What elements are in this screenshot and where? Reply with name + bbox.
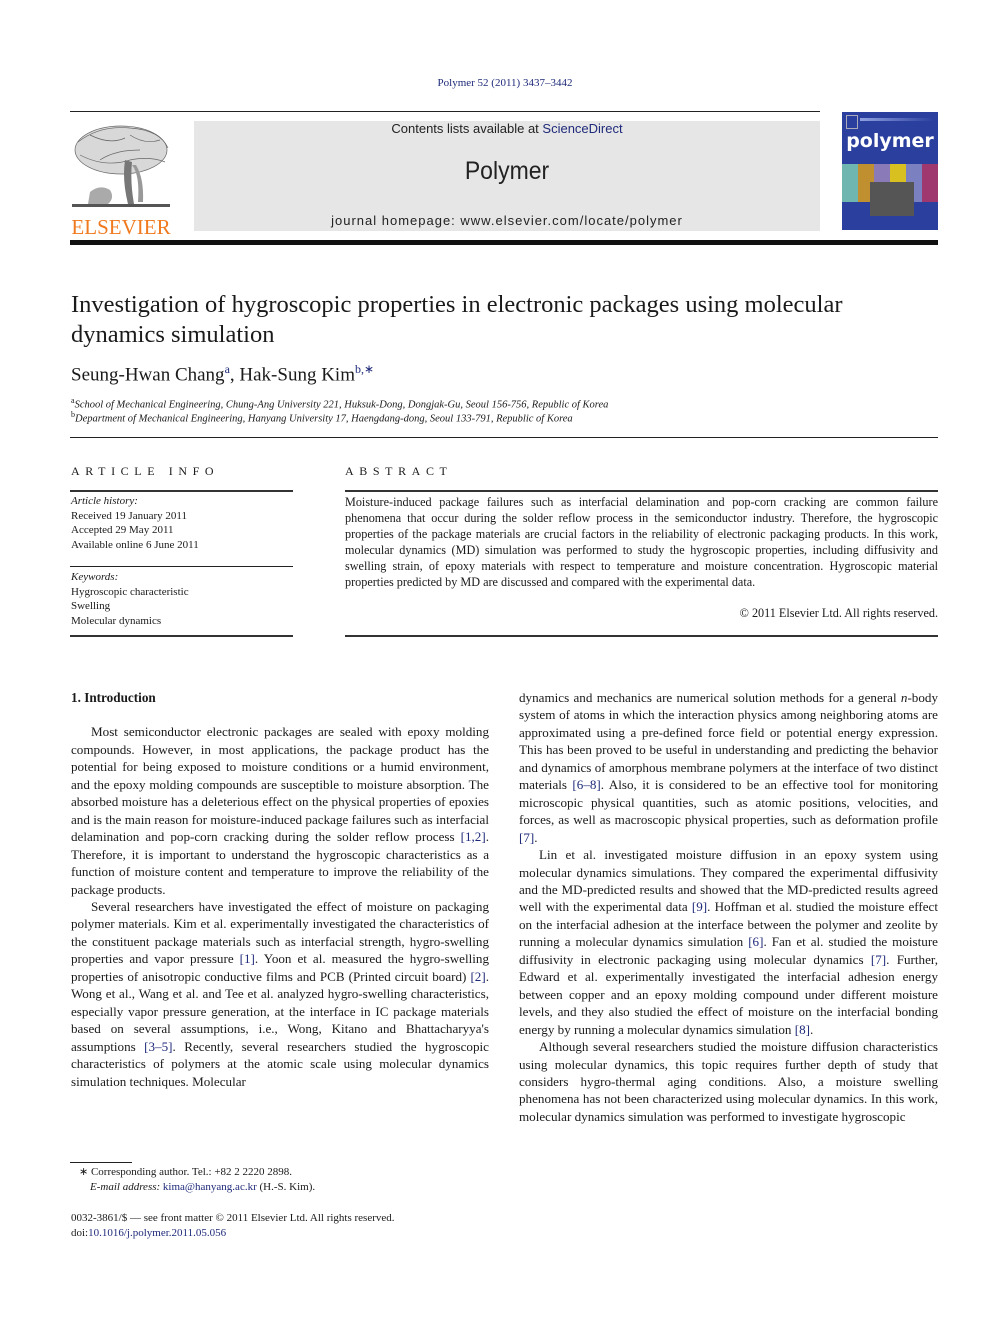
history-item: Accepted 29 May 2011 — [71, 524, 174, 536]
author-affiliation-link[interactable]: b,∗ — [355, 362, 374, 376]
journal-homepage[interactable]: journal homepage: www.elsevier.com/locat… — [194, 213, 820, 228]
elsevier-logo: ELSEVIER — [70, 120, 172, 238]
reference-link[interactable]: [9] — [692, 899, 707, 914]
cover-bar — [860, 118, 934, 121]
paragraph-text: Most semiconductor electronic packages a… — [71, 724, 489, 845]
paragraph: Although several researchers studied the… — [519, 1038, 938, 1125]
keyword: Molecular dynamics — [71, 614, 162, 627]
reference-link[interactable]: [7] — [519, 830, 534, 845]
paragraph: Lin et al. investigated moisture diffusi… — [519, 846, 938, 1038]
footnote-rule — [70, 1162, 132, 1163]
reference-link[interactable]: [1,2] — [461, 829, 486, 844]
cover-elsevier-badge-icon — [846, 115, 858, 129]
contents-available: Contents lists available at ScienceDirec… — [391, 121, 623, 136]
article-history: Article history: Received 19 January 201… — [71, 495, 199, 551]
section-heading: 1. Introduction — [71, 690, 156, 705]
paragraph-text: . — [534, 829, 538, 845]
journal-banner: Contents lists available at ScienceDirec… — [194, 121, 820, 231]
divider — [70, 437, 938, 438]
email-link[interactable]: kima@hanyang.ac.kr — [163, 1181, 257, 1193]
history-item: Available online 6 June 2011 — [71, 538, 199, 551]
paragraph-text: Although several researchers studied the… — [519, 1039, 938, 1124]
elsevier-wordmark: ELSEVIER — [71, 215, 171, 239]
paragraph-text: dynamics and mechanics are numerical sol… — [519, 690, 901, 705]
reference-link[interactable]: [1] — [240, 951, 255, 966]
article-info-heading: ARTICLE INFO — [71, 464, 220, 478]
elsevier-tree-icon — [72, 125, 170, 207]
history-item: Received 19 January 2011 — [71, 509, 187, 522]
author-name: Seung-Hwan Chang — [71, 364, 225, 386]
reference-link[interactable]: [7] — [871, 952, 886, 967]
affiliation: aSchool of Mechanical Engineering, Chung… — [71, 396, 609, 411]
author-list: Seung-Hwan Changa, Hak-Sung Kimb,∗ — [71, 362, 375, 386]
right-column: dynamics and mechanics are numerical sol… — [519, 689, 938, 1125]
journal-citation-link[interactable]: Polymer 52 (2011) 3437–3442 — [438, 77, 573, 89]
abstract-copyright: © 2011 Elsevier Ltd. All rights reserved… — [739, 606, 938, 620]
reference-link[interactable]: [6] — [748, 934, 763, 949]
keyword: Swelling — [71, 600, 111, 612]
keywords: Keywords: Hygroscopic characteristic Swe… — [71, 571, 189, 627]
corresponding-author-footnote: ∗ Corresponding author. Tel.: +82 2 2220… — [79, 1166, 316, 1193]
cover-micrograph — [870, 182, 914, 216]
paragraph: Most semiconductor electronic packages a… — [71, 723, 489, 898]
abstract-heading: ABSTRACT — [345, 464, 453, 478]
paragraph: dynamics and mechanics are numerical sol… — [519, 689, 938, 846]
divider — [70, 635, 293, 637]
cover-title: polymer — [846, 130, 934, 152]
author-name: Hak-Sung Kim — [239, 364, 355, 386]
journal-cover-image: polymer — [842, 112, 938, 230]
keyword: Hygroscopic characteristic — [71, 585, 189, 598]
sciencedirect-link[interactable]: ScienceDirect — [542, 121, 622, 136]
divider — [70, 490, 293, 492]
reference-link[interactable]: [3–5] — [144, 1039, 172, 1054]
left-column: 1. Introduction Most semiconductor elect… — [71, 689, 489, 1090]
doi-link[interactable]: 10.1016/j.polymer.2011.05.056 — [88, 1227, 226, 1239]
divider — [345, 490, 938, 492]
header-thick-rule — [70, 240, 938, 245]
paragraph: Several researchers have investigated th… — [71, 898, 489, 1090]
header-rule — [70, 111, 820, 112]
abstract-text: Moisture-induced package failures such a… — [345, 495, 938, 589]
front-matter: 0032-3861/$ — see front matter © 2011 El… — [71, 1212, 395, 1239]
article-title: Investigation of hygroscopic properties … — [71, 291, 843, 348]
paragraph-text: . — [810, 1021, 814, 1037]
reference-link[interactable]: [8] — [795, 1022, 810, 1037]
divider — [345, 635, 938, 637]
journal-citation[interactable]: Polymer 52 (2011) 3437–3442 — [0, 77, 992, 89]
reference-link[interactable]: [2] — [470, 969, 485, 984]
divider — [70, 566, 293, 567]
reference-link[interactable]: [6–8] — [572, 777, 600, 792]
journal-name: Polymer — [464, 157, 550, 185]
affiliation: bDepartment of Mechanical Engineering, H… — [71, 410, 573, 425]
